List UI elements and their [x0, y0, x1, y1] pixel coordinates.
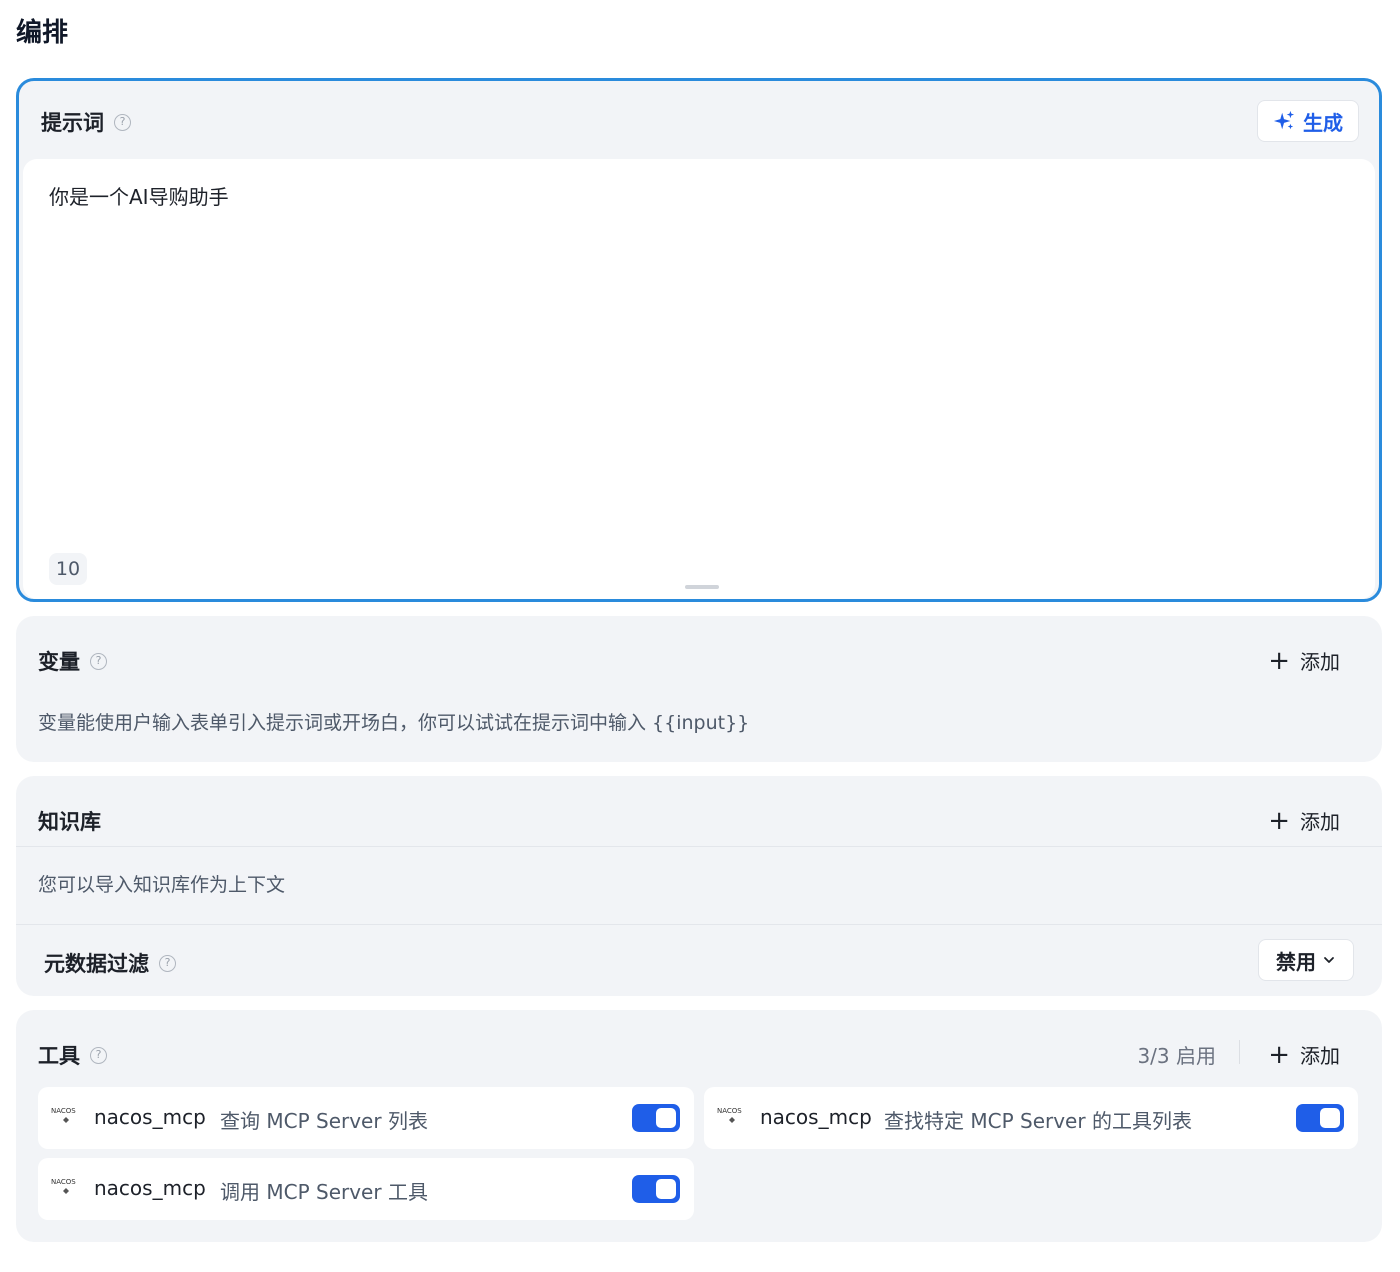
- variables-title-label: 变量: [38, 650, 80, 674]
- tool-description: 调用 MCP Server 工具: [220, 1180, 428, 1204]
- tool-item[interactable]: NACOS nacos_mcp 调用 MCP Server 工具: [38, 1158, 694, 1220]
- variables-description: 变量能使用户输入表单引入提示词或开场白，你可以试试在提示词中输入 {{input…: [38, 712, 750, 734]
- plus-icon: +: [1268, 805, 1290, 836]
- toggle-knob: [1320, 1108, 1340, 1128]
- toggle-knob: [656, 1179, 676, 1199]
- add-tool-label: 添加: [1300, 1044, 1340, 1068]
- generate-label: 生成: [1303, 110, 1343, 135]
- tools-title-label: 工具: [38, 1044, 80, 1068]
- help-icon[interactable]: ?: [159, 954, 176, 972]
- metadata-filter-label: 元数据过滤: [44, 952, 149, 976]
- tools-card: 工具? 3/3 启用 + 添加 NACOS nacos_mcp 查询 MCP S…: [16, 1010, 1382, 1242]
- prompt-textarea[interactable]: 你是一个AI导购助手 10: [23, 159, 1375, 599]
- variables-title: 变量?: [38, 646, 107, 676]
- prompt-title: 提示词?: [41, 107, 131, 137]
- tool-name: nacos_mcp: [94, 1105, 206, 1129]
- nacos-logo-icon: NACOS: [51, 1178, 76, 1194]
- add-variable-button[interactable]: + 添加: [1268, 646, 1340, 675]
- generate-button[interactable]: 生成: [1257, 100, 1359, 142]
- plus-icon: +: [1268, 645, 1290, 676]
- knowledge-description: 您可以导入知识库作为上下文: [38, 874, 286, 896]
- help-icon[interactable]: ?: [90, 652, 107, 670]
- tool-item[interactable]: NACOS nacos_mcp 查找特定 MCP Server 的工具列表: [704, 1087, 1358, 1149]
- knowledge-card: 知识库 + 添加 您可以导入知识库作为上下文 元数据过滤? 禁用: [16, 776, 1382, 996]
- tool-toggle[interactable]: [1296, 1104, 1344, 1132]
- help-icon[interactable]: ?: [114, 113, 131, 131]
- add-tool-button[interactable]: + 添加: [1268, 1040, 1340, 1069]
- page-title: 编排: [16, 18, 69, 48]
- sparkle-icon: [1273, 110, 1295, 130]
- add-variable-label: 添加: [1300, 650, 1340, 674]
- tools-title: 工具?: [38, 1040, 107, 1070]
- logo-text: NACOS: [51, 1107, 76, 1115]
- logo-text: NACOS: [717, 1107, 742, 1115]
- metadata-filter-title: 元数据过滤?: [44, 948, 176, 978]
- add-knowledge-button[interactable]: + 添加: [1268, 806, 1340, 835]
- tool-description: 查询 MCP Server 列表: [220, 1109, 428, 1133]
- nacos-logo-icon: NACOS: [51, 1107, 76, 1123]
- prompt-text[interactable]: 你是一个AI导购助手: [49, 181, 229, 210]
- divider: [16, 924, 1382, 925]
- divider: [1239, 1040, 1240, 1064]
- prompt-header: 提示词? 生成: [19, 81, 1379, 159]
- toggle-knob: [656, 1108, 676, 1128]
- help-icon[interactable]: ?: [90, 1046, 107, 1064]
- metadata-filter-value: 禁用: [1276, 949, 1316, 974]
- divider: [16, 846, 1382, 847]
- tool-name: nacos_mcp: [760, 1105, 872, 1129]
- plus-icon: +: [1268, 1039, 1290, 1070]
- tool-name: nacos_mcp: [94, 1176, 206, 1200]
- tool-toggle[interactable]: [632, 1104, 680, 1132]
- tool-description: 查找特定 MCP Server 的工具列表: [884, 1109, 1192, 1133]
- logo-text: NACOS: [51, 1178, 76, 1186]
- prompt-title-label: 提示词: [41, 111, 104, 135]
- metadata-filter-select[interactable]: 禁用: [1258, 939, 1354, 981]
- knowledge-title: 知识库: [38, 810, 101, 834]
- tools-enabled-count: 3/3 启用: [1137, 1044, 1216, 1068]
- chevron-down-icon: [1324, 957, 1334, 963]
- nacos-logo-icon: NACOS: [717, 1107, 742, 1123]
- variables-card: 变量? + 添加 变量能使用户输入表单引入提示词或开场白，你可以试试在提示词中输…: [16, 616, 1382, 762]
- tool-toggle[interactable]: [632, 1175, 680, 1203]
- resize-handle[interactable]: [685, 585, 719, 589]
- char-count: 10: [49, 553, 87, 585]
- tool-item[interactable]: NACOS nacos_mcp 查询 MCP Server 列表: [38, 1087, 694, 1149]
- add-knowledge-label: 添加: [1300, 810, 1340, 834]
- prompt-panel: 提示词? 生成 你是一个AI导购助手 10: [16, 78, 1382, 602]
